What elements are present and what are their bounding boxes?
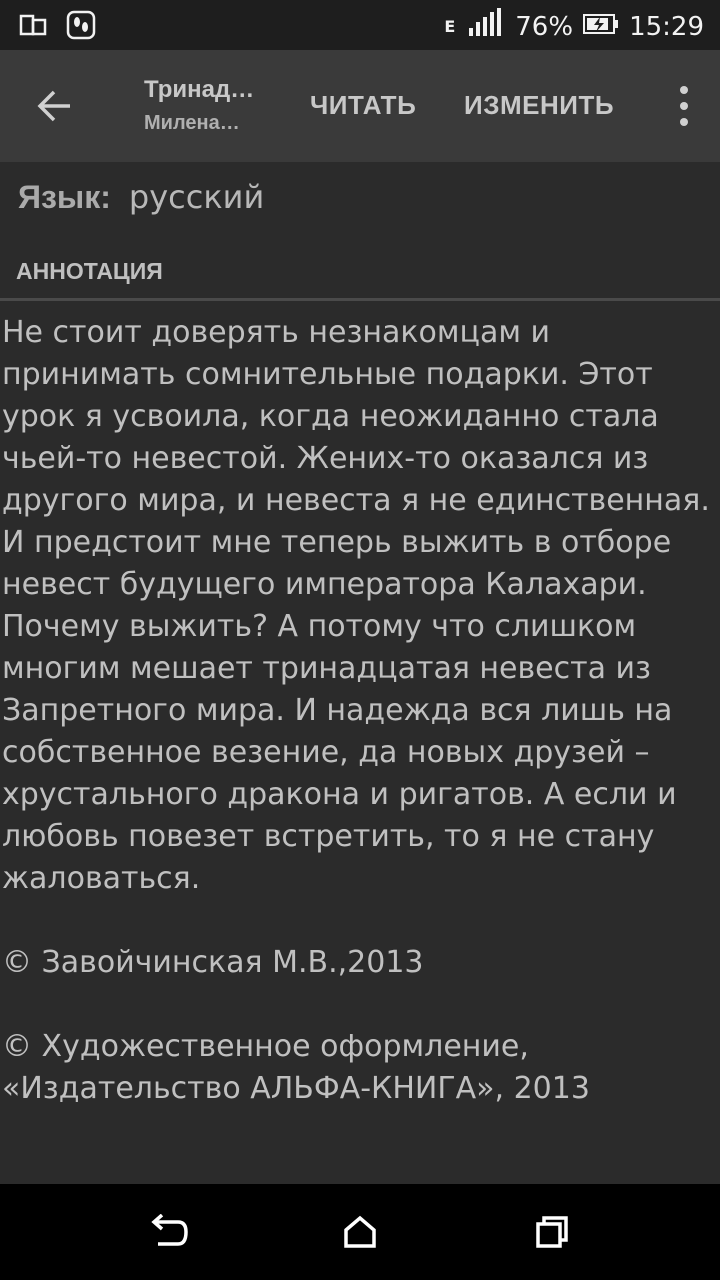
nav-recents-button[interactable] xyxy=(528,1208,576,1256)
annotation-body: Не стоит доверять незнакомцам и принимат… xyxy=(2,312,718,1110)
status-bar: E 76% 15:29 xyxy=(0,0,720,50)
signal-icon xyxy=(465,8,505,45)
app-toolbar: Тринад… Милена… ЧИТАТЬ ИЗМЕНИТЬ xyxy=(0,50,720,162)
language-label: Язык: xyxy=(18,179,111,215)
toolbar-titles: Тринад… Милена… xyxy=(144,76,274,135)
recent-apps-icon xyxy=(536,1216,568,1248)
battery-charging-icon xyxy=(583,12,619,42)
copyright-author: © Завойчинская М.В.,2013 xyxy=(2,945,424,980)
language-value: русский xyxy=(128,178,265,216)
clock: 15:29 xyxy=(629,11,704,42)
edit-button[interactable]: ИЗМЕНИТЬ xyxy=(464,90,614,121)
book-author: Милена… xyxy=(144,112,240,134)
system-nav-bar xyxy=(0,1184,720,1280)
network-type-label: E xyxy=(444,17,456,36)
back-button[interactable] xyxy=(22,74,86,138)
overflow-menu-icon[interactable] xyxy=(676,86,692,126)
copyright-design: © Художественное оформление, «Издательст… xyxy=(2,1029,590,1106)
back-arrow-icon xyxy=(37,90,70,122)
annotation-heading: АННОТАЦИЯ xyxy=(16,258,163,284)
language-row: Язык: русский xyxy=(18,178,264,216)
read-button[interactable]: ЧИТАТЬ xyxy=(310,90,416,121)
nav-back-button[interactable] xyxy=(144,1208,192,1256)
nav-home-button[interactable] xyxy=(336,1208,384,1256)
book-title: Тринад… xyxy=(144,76,255,103)
multi-window-icon xyxy=(18,10,48,44)
return-arrow-icon xyxy=(151,1214,188,1246)
annotation-text: Не стоит доверять незнакомцам и принимат… xyxy=(2,315,710,896)
footsteps-icon xyxy=(66,10,96,44)
home-icon xyxy=(344,1215,376,1248)
section-divider xyxy=(0,298,720,301)
battery-percent: 76% xyxy=(515,11,574,42)
